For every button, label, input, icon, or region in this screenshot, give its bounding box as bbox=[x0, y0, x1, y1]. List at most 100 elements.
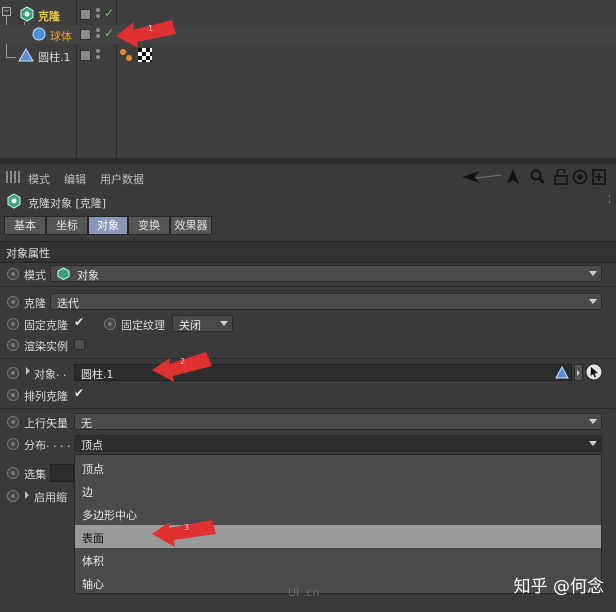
chevron-down-icon bbox=[220, 321, 228, 326]
annotation-number: 2 bbox=[180, 357, 185, 366]
back-arrow-icon[interactable] bbox=[462, 170, 502, 184]
annotation-number: 1 bbox=[148, 24, 153, 33]
object-row-cylinder[interactable]: 圆柱.1 bbox=[0, 46, 616, 65]
keyframe-radio[interactable] bbox=[7, 296, 19, 308]
chevron-down-icon bbox=[589, 441, 597, 446]
phong-tag-icon[interactable] bbox=[119, 48, 133, 62]
keyframe-radio[interactable] bbox=[104, 318, 116, 330]
cloner-icon bbox=[20, 6, 34, 22]
fixed-texture-dropdown[interactable]: 关闭 bbox=[172, 315, 233, 332]
param-label: 渲染实例 bbox=[24, 340, 68, 353]
divider bbox=[0, 408, 616, 409]
tab-basic[interactable]: 基本 bbox=[4, 216, 46, 235]
keyframe-radio[interactable] bbox=[7, 438, 19, 450]
layer-toggle[interactable] bbox=[80, 50, 91, 61]
object-link-field[interactable]: 圆柱.1 bbox=[74, 364, 572, 381]
cylinder-icon bbox=[18, 48, 34, 62]
lock-icon[interactable] bbox=[554, 169, 568, 185]
param-label: 固定克隆 bbox=[24, 319, 68, 332]
expand-triangle-icon[interactable] bbox=[25, 491, 29, 499]
section-header: 对象属性 bbox=[0, 241, 616, 263]
cloner-icon bbox=[7, 193, 21, 209]
expand-triangle-icon[interactable] bbox=[26, 367, 30, 375]
link-menu-button[interactable] bbox=[574, 364, 583, 381]
annotation-number: 3 bbox=[184, 523, 189, 532]
layer-toggle[interactable] bbox=[80, 9, 91, 20]
dropdown-value: 无 bbox=[81, 417, 92, 430]
new-panel-icon[interactable] bbox=[592, 169, 606, 185]
cylinder-icon bbox=[555, 366, 569, 379]
forward-arrow-icon[interactable] bbox=[506, 169, 520, 185]
selection-field[interactable] bbox=[50, 464, 74, 482]
cloner-icon bbox=[57, 267, 70, 280]
option-edge[interactable]: 边 bbox=[75, 479, 601, 502]
tab-object[interactable]: 对象 bbox=[88, 216, 128, 235]
object-row-cloner[interactable]: − 克隆 ✓ bbox=[0, 5, 616, 24]
target-icon[interactable] bbox=[572, 169, 588, 185]
attribute-toolbar: 模式 编辑 用户数据 bbox=[0, 166, 616, 188]
mode-dropdown[interactable]: 对象 bbox=[50, 265, 602, 282]
dropdown-value: 顶点 bbox=[81, 439, 103, 452]
param-label: 上行矢量 bbox=[24, 417, 68, 430]
keyframe-radio[interactable] bbox=[7, 318, 19, 330]
menu-edit[interactable]: 编辑 bbox=[64, 171, 86, 187]
object-name: 圆柱.1 bbox=[38, 51, 71, 64]
fixed-clone-checkbox[interactable]: ✔ bbox=[74, 315, 84, 329]
keyframe-radio[interactable] bbox=[7, 367, 19, 379]
chevron-down-icon bbox=[589, 271, 597, 276]
tab-effectors[interactable]: 效果器 bbox=[170, 216, 212, 235]
enabled-check-icon[interactable]: ✓ bbox=[104, 6, 114, 20]
pick-object-icon[interactable] bbox=[585, 363, 603, 381]
param-label: 模式 bbox=[24, 269, 46, 282]
tab-transform[interactable]: 变换 bbox=[128, 216, 170, 235]
option-volume[interactable]: 体积 bbox=[75, 548, 601, 571]
render-instances-checkbox[interactable] bbox=[74, 339, 85, 350]
layer-toggle[interactable] bbox=[80, 29, 91, 40]
dropdown-value: 关闭 bbox=[179, 319, 201, 332]
menu-user-data[interactable]: 用户数据 bbox=[100, 171, 144, 187]
param-clone: 克隆 迭代 bbox=[0, 291, 616, 313]
clone-dropdown[interactable]: 迭代 bbox=[50, 293, 602, 310]
menu-mode[interactable]: 模式 bbox=[28, 171, 50, 187]
grip-icon[interactable] bbox=[6, 171, 20, 183]
divider bbox=[0, 358, 616, 359]
panel-divider[interactable] bbox=[0, 158, 616, 164]
align-clone-checkbox[interactable]: ✔ bbox=[74, 386, 84, 400]
section-title: 对象属性 bbox=[6, 247, 50, 260]
param-object: 对象 . . 圆柱.1 bbox=[0, 362, 616, 384]
param-mode: 模式 对象 bbox=[0, 263, 616, 285]
annotation-arrow-1: 1 bbox=[116, 20, 176, 48]
keyframe-radio[interactable] bbox=[7, 389, 19, 401]
distribution-dropdown[interactable]: 顶点 bbox=[74, 435, 602, 452]
param-up-vector: 上行矢量 无 bbox=[0, 411, 616, 433]
param-label: 克隆 bbox=[24, 297, 46, 310]
keyframe-radio[interactable] bbox=[7, 339, 19, 351]
param-render-instances: 渲染实例 bbox=[0, 334, 616, 356]
collapse-toggle-icon[interactable]: − bbox=[2, 7, 11, 16]
chevron-down-icon bbox=[589, 299, 597, 304]
keyframe-radio[interactable] bbox=[7, 268, 19, 280]
sphere-icon bbox=[32, 27, 46, 41]
option-vertex[interactable]: 顶点 bbox=[75, 456, 601, 479]
param-label: 对象 bbox=[34, 368, 56, 381]
tab-coordinates[interactable]: 坐标 bbox=[46, 216, 88, 235]
param-label: 固定纹理 bbox=[121, 319, 165, 332]
material-tag-icon[interactable] bbox=[138, 48, 152, 62]
param-distribution: 分布 . . . . 顶点 bbox=[0, 433, 616, 455]
keyframe-radio[interactable] bbox=[7, 416, 19, 428]
object-row-sphere[interactable]: 球体 ✓ bbox=[0, 25, 616, 44]
visibility-dots[interactable] bbox=[96, 8, 101, 21]
search-icon[interactable] bbox=[530, 169, 546, 185]
object-title: 克隆对象 [克隆] bbox=[28, 197, 107, 210]
enabled-check-icon[interactable]: ✓ bbox=[104, 26, 114, 40]
options-dots-icon[interactable]: · · bbox=[608, 193, 611, 208]
param-label: 分布 bbox=[24, 439, 46, 452]
param-align-clone: 排列克隆 ✔ bbox=[0, 384, 616, 406]
keyframe-radio[interactable] bbox=[7, 467, 19, 479]
chevron-down-icon bbox=[589, 419, 597, 424]
visibility-dots[interactable] bbox=[96, 28, 101, 41]
label-dots: . . . . bbox=[46, 437, 71, 450]
visibility-dots[interactable] bbox=[96, 49, 101, 62]
keyframe-radio[interactable] bbox=[7, 490, 19, 502]
up-vector-dropdown[interactable]: 无 bbox=[74, 413, 602, 430]
